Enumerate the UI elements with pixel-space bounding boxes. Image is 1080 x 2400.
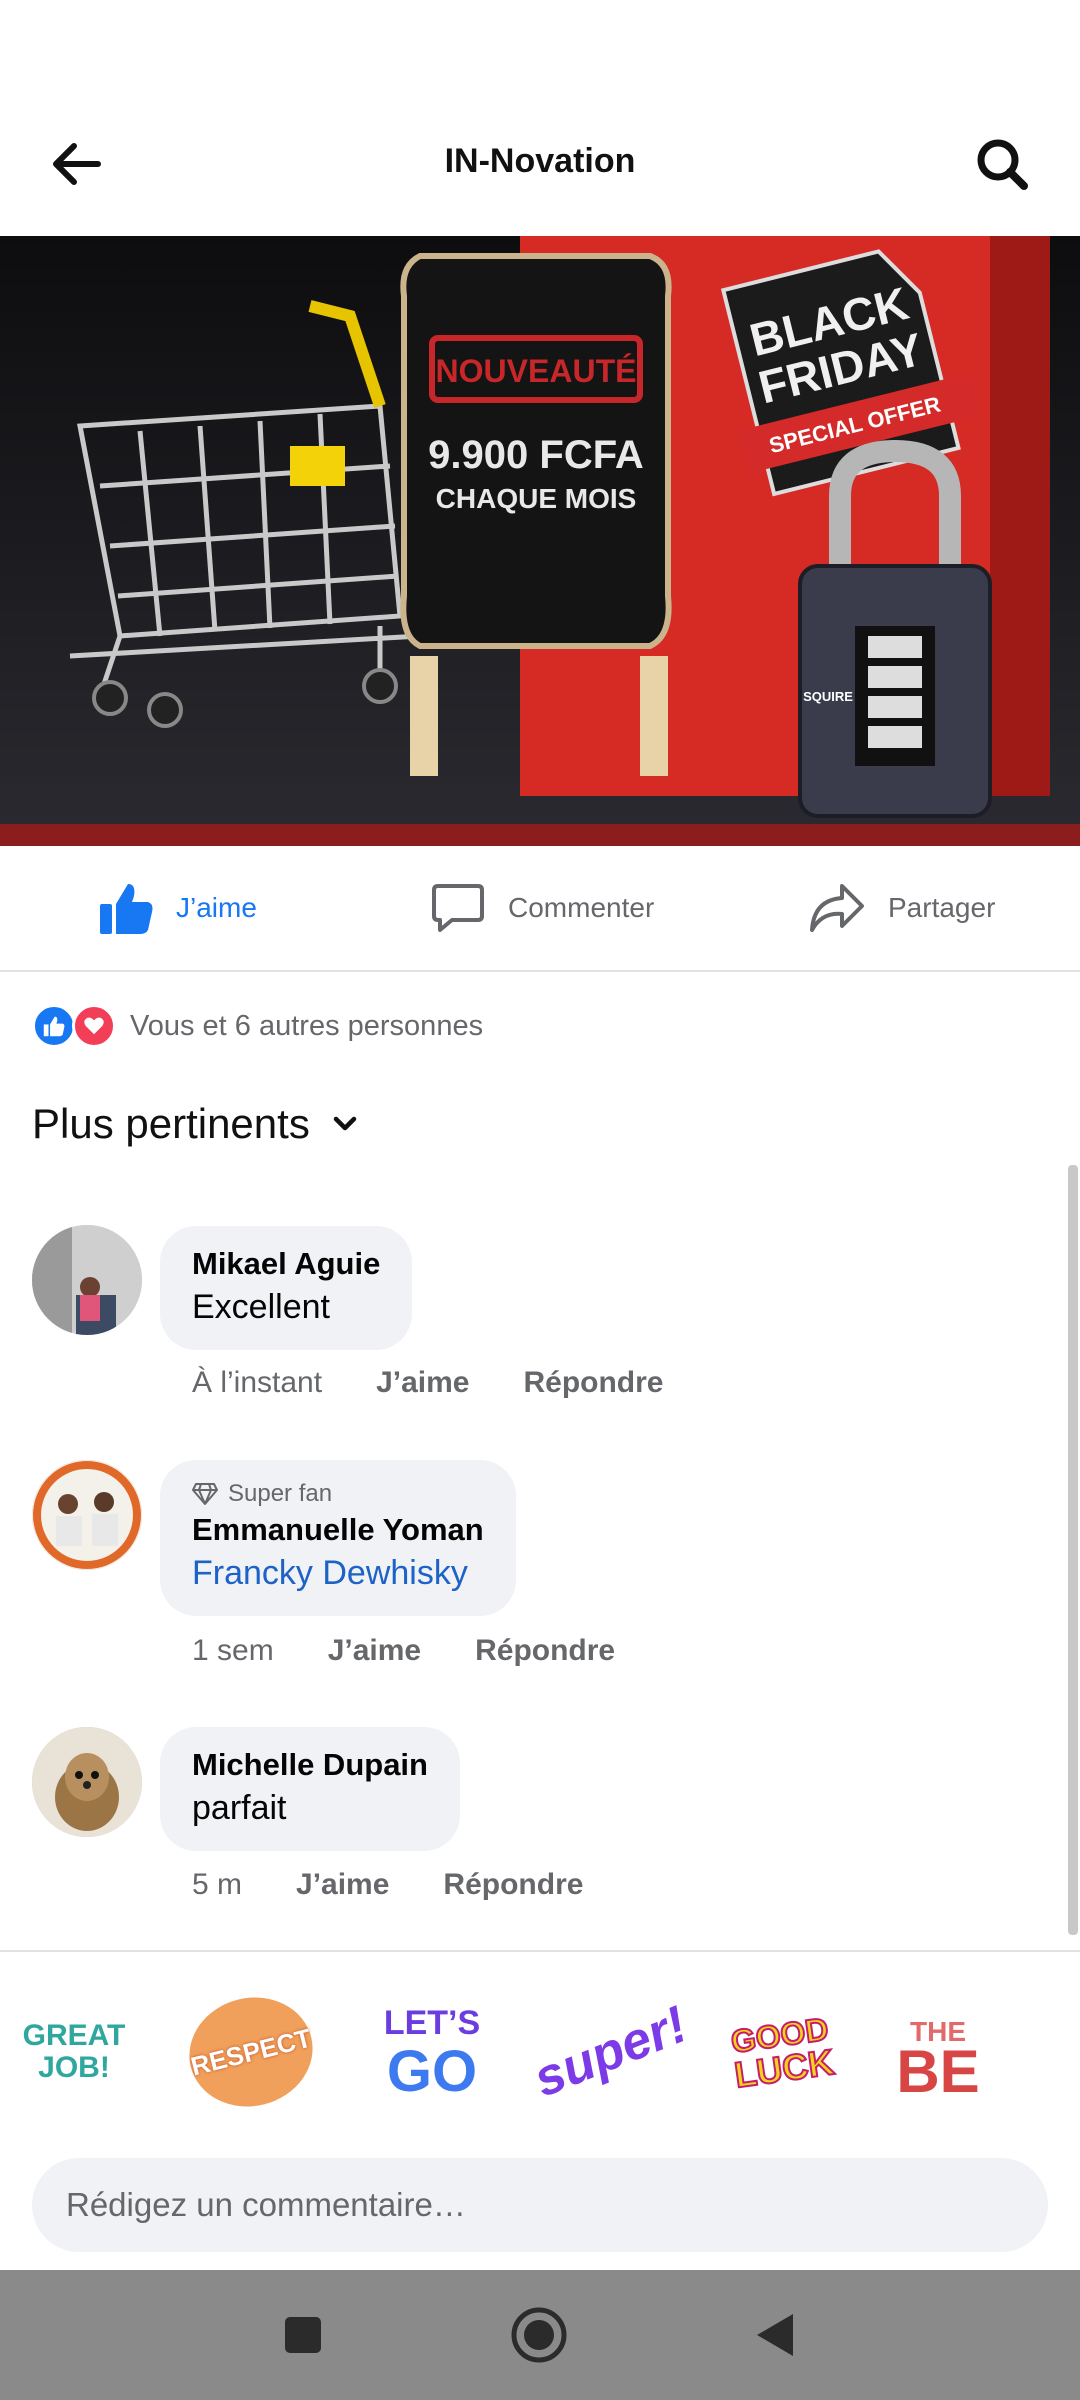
page-title: IN-Novation: [444, 142, 636, 180]
comment-button[interactable]: Commenter: [430, 876, 654, 940]
square-icon: [285, 2317, 321, 2353]
comment-bubble[interactable]: Super fan Emmanuelle Yoman Francky Dewhi…: [160, 1460, 516, 1616]
sort-label: Plus pertinents: [32, 1100, 310, 1147]
comment-meta: 5 m J’aime Répondre: [192, 1868, 583, 1902]
super-fan-badge: Super fan: [192, 1478, 484, 1510]
sort-dropdown[interactable]: Plus pertinents: [32, 1100, 360, 1148]
comment-label: Commenter: [508, 892, 655, 923]
share-arrow-icon: [810, 884, 864, 932]
chevron-down-icon: [333, 1116, 357, 1131]
comment-time: À l’instant: [192, 1366, 323, 1399]
reactions-summary[interactable]: Vous et 6 autres personnes: [32, 998, 483, 1054]
reactions-text: Vous et 6 autres personnes: [130, 1009, 484, 1042]
recents-button[interactable]: [268, 2300, 338, 2370]
comment-meta: 1 sem J’aime Répondre: [192, 1634, 615, 1668]
commenter-name[interactable]: Mikael Aguie: [192, 1244, 380, 1284]
like-reaction-icon: [32, 1004, 76, 1048]
comment-reply-button[interactable]: Répondre: [475, 1634, 615, 1668]
scrollbar[interactable]: [1068, 1165, 1078, 1935]
image-bottom-band: [0, 824, 1080, 846]
post-action-bar: J’aime Commenter Partager: [0, 846, 1080, 972]
svg-text:SQUIRE: SQUIRE: [803, 689, 853, 704]
love-reaction-icon: [72, 1004, 116, 1048]
avatar[interactable]: [32, 1460, 142, 1570]
comment-meta: À l’instant J’aime Répondre: [192, 1366, 664, 1400]
comment-time: 5 m: [192, 1868, 243, 1901]
avatar[interactable]: [32, 1727, 142, 1837]
mention-link[interactable]: Francky Dewhisky: [192, 1550, 484, 1596]
comment-reply-button[interactable]: Répondre: [523, 1366, 663, 1400]
post-image[interactable]: NOUVEAUTÉ 9.900 FCFA CHAQUE MOIS BLACK F…: [0, 236, 1080, 846]
search-icon: [977, 139, 1028, 190]
svg-text:NOUVEAUTÉ: NOUVEAUTÉ: [436, 353, 637, 389]
triangle-back-icon: [757, 2314, 793, 2356]
system-nav-bar: [0, 2270, 1080, 2400]
promo-illustration: NOUVEAUTÉ 9.900 FCFA CHAQUE MOIS BLACK F…: [0, 236, 1080, 846]
avatar[interactable]: [32, 1225, 142, 1335]
circle-icon: [511, 2307, 567, 2363]
sticker-lets-go[interactable]: LET’S GO: [362, 1992, 502, 2112]
comment-text: Excellent: [192, 1288, 330, 1326]
comment-like-button[interactable]: J’aime: [376, 1366, 469, 1400]
commenter-name[interactable]: Michelle Dupain: [192, 1745, 428, 1785]
sticker-respect[interactable]: RESPECT: [177, 1984, 325, 2120]
home-button[interactable]: [504, 2300, 574, 2370]
back-nav-button[interactable]: [740, 2300, 810, 2370]
diamond-icon: [192, 1483, 218, 1505]
comment-reply-button[interactable]: Répondre: [443, 1868, 583, 1902]
sticker-great-job[interactable]: GREAT JOB!: [14, 1992, 134, 2112]
comment-like-button[interactable]: J’aime: [328, 1634, 421, 1668]
share-button[interactable]: Partager: [808, 876, 995, 940]
thumbs-up-icon: [100, 884, 153, 934]
commenter-name[interactable]: Emmanuelle Yoman: [192, 1510, 484, 1550]
search-button[interactable]: [966, 128, 1038, 200]
share-label: Partager: [888, 892, 996, 923]
sticker-good-luck[interactable]: GOOD LUCK: [714, 1984, 850, 2120]
like-label: J’aime: [176, 892, 257, 923]
comment-text: parfait: [192, 1789, 287, 1827]
comment-like-button[interactable]: J’aime: [296, 1868, 389, 1902]
comment-input[interactable]: [32, 2158, 1048, 2252]
comment-bubble[interactable]: Michelle Dupain parfait: [160, 1727, 460, 1851]
sticker-tray: GREAT JOB! RESPECT LET’S GO super! GOOD …: [0, 1950, 1080, 2132]
svg-text:9.900 FCFA: 9.900 FCFA: [428, 433, 644, 477]
like-button[interactable]: J’aime: [98, 876, 257, 940]
sticker-super[interactable]: super!: [525, 1992, 694, 2112]
comment-bubble[interactable]: Mikael Aguie Excellent: [160, 1226, 413, 1350]
sticker-the-best[interactable]: THE BE: [888, 1992, 988, 2112]
comment-time: 1 sem: [192, 1634, 274, 1667]
comment-bubble-icon: [432, 884, 484, 932]
top-app-bar: IN-Novation: [0, 80, 1080, 236]
svg-text:CHAQUE MOIS: CHAQUE MOIS: [436, 483, 637, 514]
